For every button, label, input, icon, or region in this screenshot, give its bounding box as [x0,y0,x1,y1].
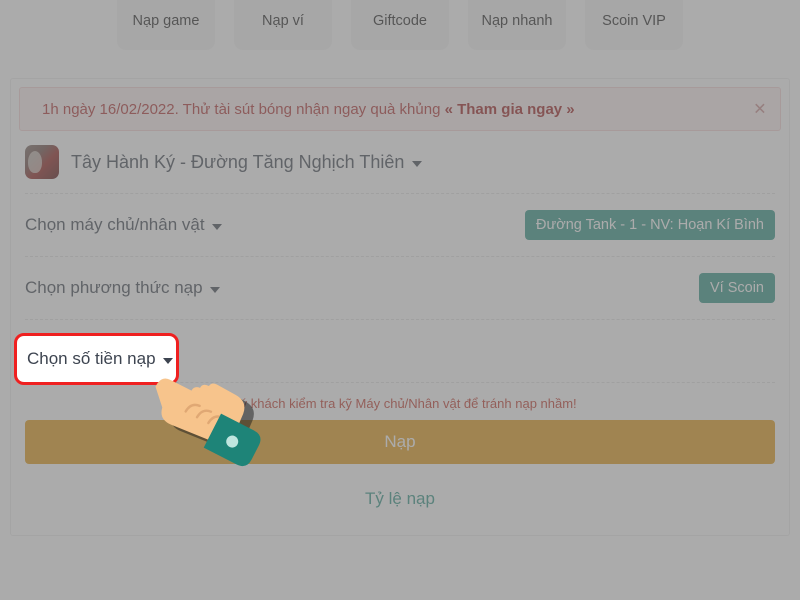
quicknav-label: Scoin VIP [602,13,666,29]
payment-method-label: Chọn phương thức nạp [25,278,203,297]
warning-note: Quý khách kiểm tra kỹ Máy chủ/Nhân vật đ… [223,396,577,411]
submit-recharge-button[interactable]: Nạp [25,420,775,464]
fast-coin-icon: S [500,0,534,12]
quicknav-item-giftcode[interactable]: Giftcode [351,0,449,50]
server-character-badge[interactable]: Đường Tank - 1 - NV: Hoạn Kí Bình [525,210,775,240]
game-selector-row[interactable]: Tây Hành Ký - Đường Tăng Nghịch Thiên [25,131,775,194]
wallet-icon [266,0,300,12]
quick-nav-bar: Nạp game Nạp ví Giftcode Nạp nhanh Scoin… [0,0,800,62]
payment-method-label-wrap[interactable]: Chọn phương thức nạp [25,278,220,298]
gift-ticket-icon [383,0,417,12]
chevron-down-icon [412,160,423,167]
quicknav-label: Nạp ví [262,13,304,29]
server-character-row[interactable]: Chọn máy chủ/nhân vật Đường Tank - 1 - N… [25,194,775,257]
promo-banner-link[interactable]: « Tham gia ngay » [445,101,575,118]
quicknav-label: Giftcode [373,13,427,29]
scoin-vip-icon: S coin [613,0,655,12]
chevron-down-icon [162,357,173,364]
game-title-label: Tây Hành Ký - Đường Tăng Nghịch Thiên [71,151,405,172]
rate-link-wrap: Tỷ lệ nạp [11,464,789,535]
chevron-down-icon [211,223,222,230]
page-root: Nạp game Nạp ví Giftcode Nạp nhanh Scoin… [0,0,800,600]
coin-stack-icon [149,0,183,12]
game-avatar [25,145,59,179]
chevron-down-icon [209,286,220,293]
game-title[interactable]: Tây Hành Ký - Đường Tăng Nghịch Thiên [71,151,423,173]
highlighted-amount-label-wrap[interactable]: Chọn số tiền nạp [27,349,173,369]
server-character-label-wrap[interactable]: Chọn máy chủ/nhân vật [25,215,222,235]
quicknav-label: Nạp nhanh [481,13,553,29]
close-icon[interactable]: × [754,99,766,120]
payment-method-badge[interactable]: Ví Scoin [699,273,775,303]
promo-banner: 1h ngày 16/02/2022. Thử tài sút bóng nhậ… [19,87,781,131]
quicknav-label: Nạp game [132,13,200,29]
server-character-label: Chọn máy chủ/nhân vật [25,215,205,234]
payment-method-row[interactable]: Chọn phương thức nạp Ví Scoin [25,257,775,320]
quicknav-item-nap-vi[interactable]: Nạp ví [234,0,332,50]
recharge-card: 1h ngày 16/02/2022. Thử tài sút bóng nhậ… [10,78,790,536]
highlighted-amount-selector[interactable]: Chọn số tiền nạp [14,333,179,385]
quicknav-item-nap-game[interactable]: Nạp game [117,0,215,50]
promo-banner-text: 1h ngày 16/02/2022. Thử tài sút bóng nhậ… [20,101,575,118]
rate-link[interactable]: Tỷ lệ nạp [365,489,435,508]
highlighted-amount-label: Chọn số tiền nạp [27,349,156,368]
promo-banner-message: 1h ngày 16/02/2022. Thử tài sút bóng nhậ… [42,100,445,118]
quicknav-item-nap-nhanh[interactable]: S Nạp nhanh [468,0,566,50]
quicknav-item-scoin-vip[interactable]: S coin Scoin VIP [585,0,683,50]
